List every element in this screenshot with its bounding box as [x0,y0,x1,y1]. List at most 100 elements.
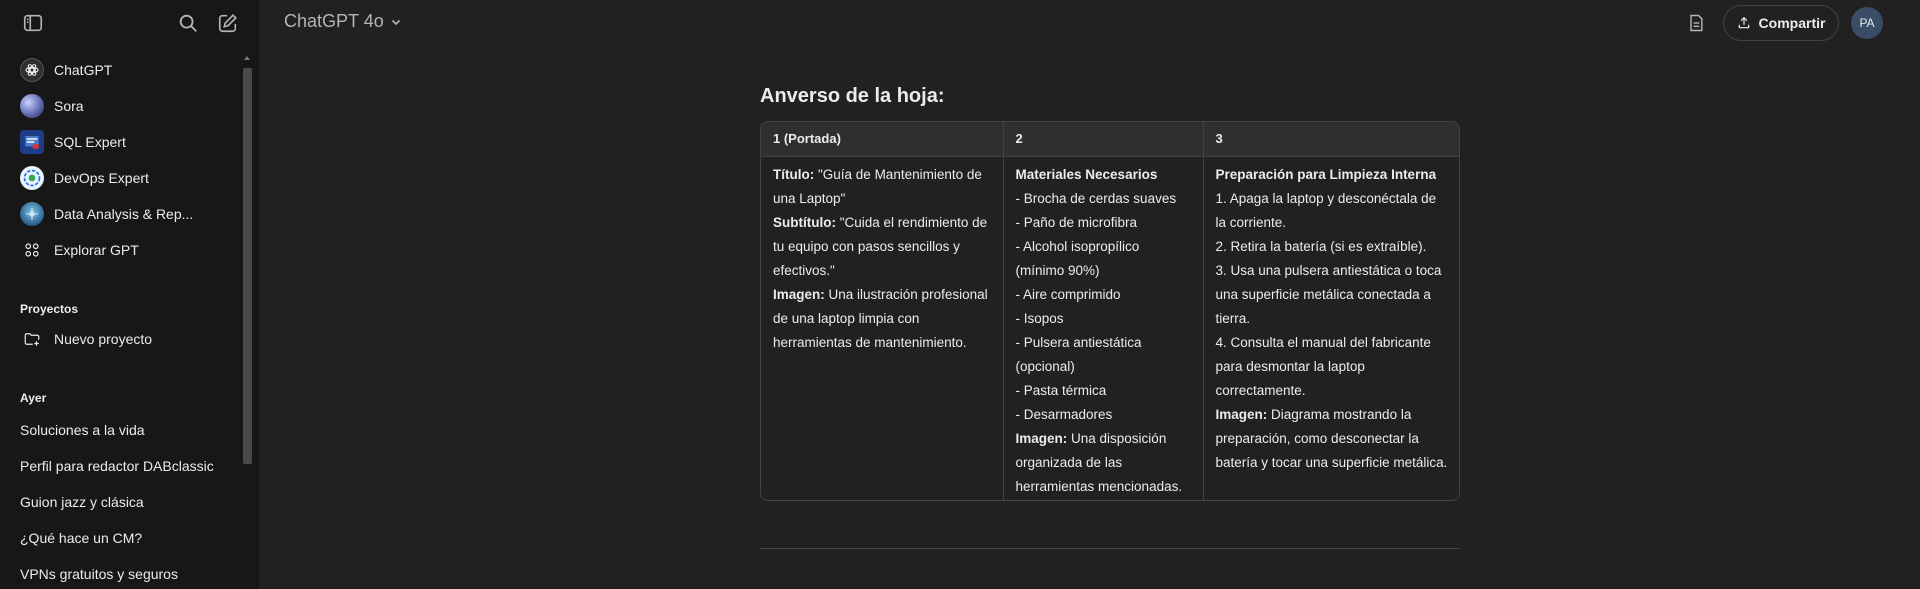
sidebar-item-sora[interactable]: Sora [10,89,236,123]
sidebar-toolbar [0,0,259,46]
cell-line: 2. Retira la batería (si es extraíble). [1216,235,1450,259]
document-icon[interactable] [1684,11,1708,35]
table-cell-col3: Preparación para Limpieza Interna 1. Apa… [1203,156,1459,500]
cell-line: - Isopos [1016,307,1191,331]
cell-line: - Desarmadores [1016,403,1191,427]
cell-bold-label: Título: [773,166,815,182]
table-cell-col1: Título: "Guía de Mantenimiento de una La… [761,156,1004,500]
sidebar-item-chatgpt[interactable]: ChatGPT [10,53,236,87]
cell-text: - Paño de microfibra [1015,214,1138,230]
horizontal-divider [760,548,1460,549]
cell-line: - Alcohol isopropílico (mínimo 90%) [1016,235,1191,283]
chatgpt-logo-icon [20,58,44,82]
cell-text: - Aire comprimido [1015,286,1121,302]
chat-history-label: Perfil para redactor DABclassic [20,458,214,474]
sidebar-item-label: Data Analysis & Rep... [54,206,194,222]
section-heading: Anverso de la hoja: [760,85,945,107]
sidebar-item-explore-gpts[interactable]: Explorar GPT [10,233,236,267]
conversation-area: Anverso de la hoja: 1 (Portada) 2 3 Títu… [259,46,1920,589]
upload-icon [1738,16,1749,29]
cell-line: Subtítulo: "Cuida el rendimiento de tu e… [773,211,991,283]
chat-history-label: Guion jazz y clásica [20,494,144,510]
cell-line: Materiales Necesarios [1016,163,1191,187]
table-header-cell: 2 [1003,122,1204,157]
sidebar-item-label: Nuevo proyecto [54,331,153,347]
chat-history-label: ¿Qué hace un CM? [20,530,143,546]
cell-line: Imagen: Una disposición organizada de la… [1016,427,1191,499]
new-folder-icon [20,327,44,351]
new-project-button[interactable]: Nuevo proyecto [10,322,236,356]
sidebar-item-label: DevOps Expert [54,170,149,186]
cell-bold-label: Imagen: [1015,430,1068,446]
cell-text: 3. Usa una pulsera antiestática o toca u… [1215,262,1442,326]
cell-line: Título: "Guía de Mantenimiento de una La… [773,163,991,211]
top-bar: ChatGPT 4o Compartir PA [259,0,1920,46]
sidebar-item-devops-expert[interactable]: DevOps Expert [10,161,236,195]
share-button[interactable]: Compartir [1723,5,1839,41]
toggle-sidebar-icon[interactable] [20,10,46,36]
cell-text: - Isopos [1015,310,1064,326]
model-selector[interactable]: ChatGPT 4o [284,11,402,32]
cell-text: 4. Consulta el manual del fabricante par… [1215,334,1431,398]
cell-line: - Aire comprimido [1016,283,1191,307]
cell-bold-label: Imagen: [773,286,825,302]
cell-line: - Brocha de cerdas suaves [1016,187,1191,211]
chat-history-label: VPNs gratuitos y seguros [20,566,178,582]
sora-icon [20,94,44,118]
cell-text: 1. Apaga la laptop y desconéctala de la … [1215,190,1437,230]
sidebar-item-data-analysis[interactable]: Data Analysis & Rep... [10,197,236,231]
data-analysis-icon [20,202,44,226]
cell-text: - Pulsera antiestática (opcional) [1015,334,1142,374]
grid-icon [20,238,44,262]
cell-text: - Pasta térmica [1015,382,1107,398]
cell-line: - Pasta térmica [1016,379,1191,403]
new-chat-icon[interactable] [215,10,241,36]
sidebar-item-sql-expert[interactable]: SQL Expert [10,125,236,159]
table-row: Título: "Guía de Mantenimiento de una La… [761,156,1459,500]
content-table: 1 (Portada) 2 3 Título: "Guía de Manteni… [760,121,1460,501]
cell-line: 4. Consulta el manual del fabricante par… [1216,331,1450,403]
table-header-cell: 1 (Portada) [761,122,1004,157]
cell-line: Preparación para Limpieza Interna [1216,163,1450,187]
cell-text: 2. Retira la batería (si es extraíble). [1215,238,1427,254]
cell-line: - Paño de microfibra [1016,211,1191,235]
sidebar-item-label: Explorar GPT [54,242,139,258]
chat-history-item[interactable]: Soluciones a la vida [10,413,236,447]
table-header-cell: 3 [1203,122,1459,157]
cell-bold-label: Imagen: [1215,406,1268,422]
share-button-label: Compartir [1758,15,1826,31]
cell-bold-label: Materiales Necesarios [1015,166,1158,182]
cell-line: Imagen: Diagrama mostrando la preparació… [1216,403,1450,475]
cell-line: Imagen: Una ilustración profesional de u… [773,283,991,355]
cell-text: - Alcohol isopropílico (mínimo 90%) [1015,238,1140,278]
model-name: ChatGPT 4o [284,11,384,31]
sidebar: ChatGPT Sora SQL Expert DevOps Expert Da… [0,0,259,589]
search-icon[interactable] [175,10,201,36]
cell-line: 1. Apaga la laptop y desconéctala de la … [1216,187,1450,235]
cell-text: - Brocha de cerdas suaves [1015,190,1177,206]
cell-text: - Desarmadores [1015,406,1113,422]
chat-history-item[interactable]: Guion jazz y clásica [10,485,236,519]
sql-expert-icon [20,130,44,154]
chat-history-item[interactable]: ¿Qué hace un CM? [10,521,236,555]
chevron-down-icon [391,19,400,25]
cell-bold-label: Preparación para Limpieza Interna [1215,166,1437,182]
chat-history-label: Soluciones a la vida [20,422,145,438]
user-avatar[interactable]: PA [1851,7,1883,39]
cell-bold-label: Subtítulo: [773,214,836,230]
cell-line: - Pulsera antiestática (opcional) [1016,331,1191,379]
sidebar-item-label: SQL Expert [54,134,126,150]
sidebar-scroll-area: ChatGPT Sora SQL Expert DevOps Expert Da… [0,52,250,589]
chat-history-item[interactable]: VPNs gratuitos y seguros [10,557,236,589]
scroll-up-arrow-icon[interactable] [244,56,250,60]
sidebar-item-label: ChatGPT [54,62,113,78]
cell-line: 3. Usa una pulsera antiestática o toca u… [1216,259,1450,331]
table-cell-col2: Materiales Necesarios - Brocha de cerdas… [1003,156,1204,500]
projects-section-title: Proyectos [20,302,79,316]
devops-expert-icon [20,166,44,190]
history-section-title: Ayer [20,391,47,405]
table-header-row: 1 (Portada) 2 3 [761,122,1459,157]
sidebar-item-label: Sora [54,98,84,114]
sidebar-scrollbar[interactable] [243,68,252,464]
chat-history-item[interactable]: Perfil para redactor DABclassic [10,449,236,483]
